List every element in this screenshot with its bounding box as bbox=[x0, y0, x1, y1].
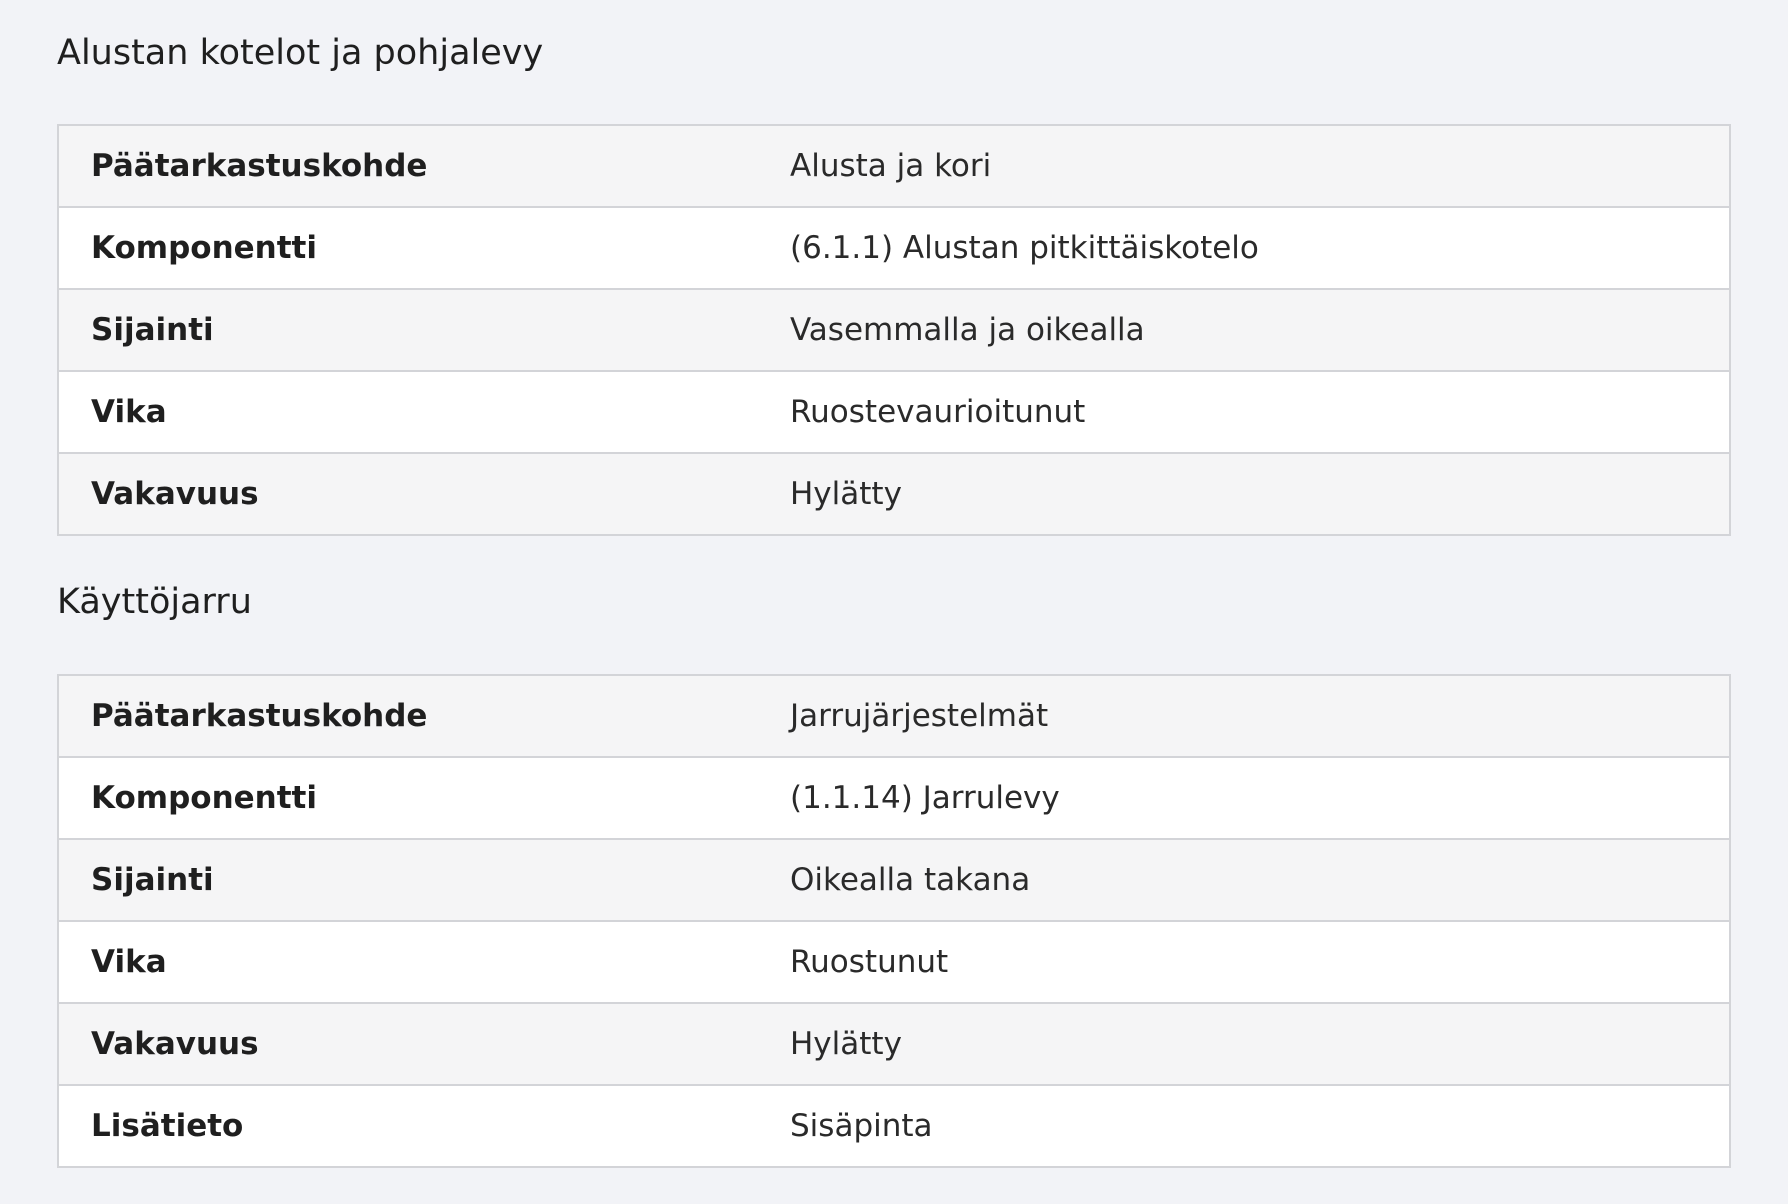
table-row: Sijainti Vasemmalla ja oikealla bbox=[59, 288, 1729, 370]
row-label: Vika bbox=[91, 944, 167, 980]
row-label: Päätarkastuskohde bbox=[91, 698, 428, 734]
row-label: Vakavuus bbox=[91, 1026, 259, 1062]
table-row: Vika Ruostevaurioitunut bbox=[59, 370, 1729, 452]
row-label: Vakavuus bbox=[91, 476, 259, 512]
row-label: Sijainti bbox=[91, 312, 214, 348]
inspection-table-kayttojarru: Päätarkastuskohde Jarrujärjestelmät Komp… bbox=[57, 674, 1731, 1168]
section-title-kayttojarru: Käyttöjarru bbox=[57, 582, 252, 622]
section-title-alustan-kotelot: Alustan kotelot ja pohjalevy bbox=[57, 33, 544, 73]
row-label: Vika bbox=[91, 394, 167, 430]
row-label: Lisätieto bbox=[91, 1108, 244, 1144]
row-value: Alusta ja kori bbox=[790, 148, 992, 184]
row-value: Jarrujärjestelmät bbox=[790, 698, 1049, 734]
table-row: Vakavuus Hylätty bbox=[59, 452, 1729, 534]
row-value: Hylätty bbox=[790, 1026, 902, 1062]
table-row: Komponentti (1.1.14) Jarrulevy bbox=[59, 756, 1729, 838]
table-row: Päätarkastuskohde Alusta ja kori bbox=[59, 126, 1729, 206]
row-value: Ruostunut bbox=[790, 944, 949, 980]
table-row: Vika Ruostunut bbox=[59, 920, 1729, 1002]
table-row: Päätarkastuskohde Jarrujärjestelmät bbox=[59, 676, 1729, 756]
row-label: Komponentti bbox=[91, 780, 317, 816]
table-row: Komponentti (6.1.1) Alustan pitkittäisko… bbox=[59, 206, 1729, 288]
row-value: Ruostevaurioitunut bbox=[790, 394, 1086, 430]
row-value: Hylätty bbox=[790, 476, 902, 512]
table-row: Lisätieto Sisäpinta bbox=[59, 1084, 1729, 1166]
row-value: Vasemmalla ja oikealla bbox=[790, 312, 1145, 348]
table-row: Sijainti Oikealla takana bbox=[59, 838, 1729, 920]
row-label: Sijainti bbox=[91, 862, 214, 898]
row-value: (1.1.14) Jarrulevy bbox=[790, 780, 1060, 816]
row-value: (6.1.1) Alustan pitkittäiskotelo bbox=[790, 230, 1259, 266]
row-label: Päätarkastuskohde bbox=[91, 148, 428, 184]
inspection-table-alustan-kotelot: Päätarkastuskohde Alusta ja kori Kompone… bbox=[57, 124, 1731, 536]
row-value: Oikealla takana bbox=[790, 862, 1031, 898]
row-value: Sisäpinta bbox=[790, 1108, 933, 1144]
row-label: Komponentti bbox=[91, 230, 317, 266]
table-row: Vakavuus Hylätty bbox=[59, 1002, 1729, 1084]
